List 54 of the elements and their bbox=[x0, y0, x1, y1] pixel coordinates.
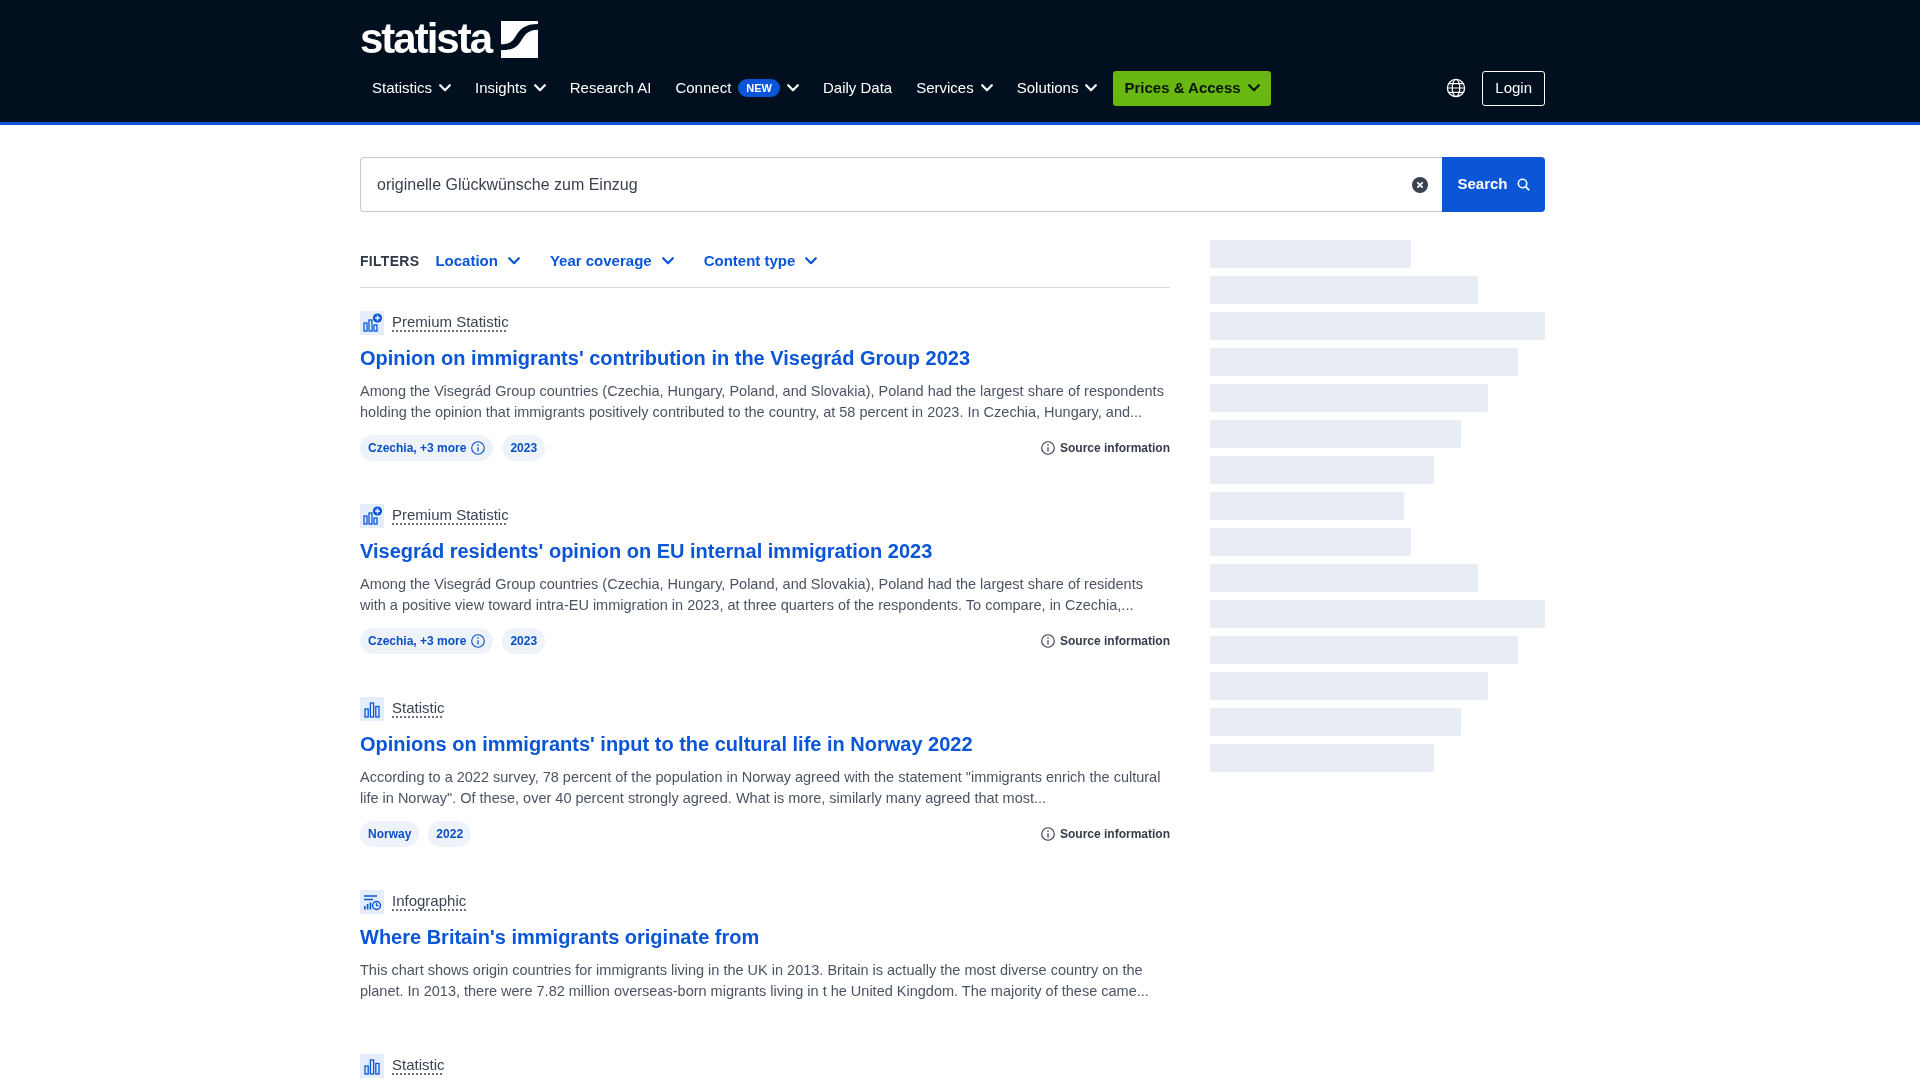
content-type-link[interactable]: Statistic bbox=[392, 1054, 445, 1077]
filter-dropdown[interactable]: Content type bbox=[703, 250, 818, 273]
source-info-button[interactable]: Source information bbox=[1041, 824, 1170, 843]
nav-link[interactable]: Insights bbox=[463, 70, 558, 106]
result-description: Among the Visegrád Group countries (Czechia, Hungary, Poland, and Slovakia), Poland had the largest share of respondents holding the opinion that immigrants positively contributed to the country, at 58 percent in 2023. In Czechia, Hungary, and... bbox=[360, 381, 1165, 422]
clear-icon[interactable] bbox=[1412, 177, 1428, 193]
result-tag[interactable]: Norway bbox=[360, 820, 420, 847]
prices-access-button[interactable]: Prices & Access bbox=[1113, 70, 1271, 106]
result-tag[interactable]: Czechia, +3 more bbox=[360, 627, 494, 654]
result-title-link[interactable]: Opinion on immigrants' contribution in the Visegrád Group 2023 bbox=[360, 343, 970, 372]
nav-link[interactable]: Services bbox=[904, 70, 1005, 106]
globe-icon[interactable] bbox=[1446, 78, 1467, 98]
filters-label: FILTERS bbox=[360, 251, 420, 271]
info-icon bbox=[1041, 633, 1055, 648]
chevron-down-icon bbox=[507, 257, 520, 266]
info-icon bbox=[1041, 826, 1055, 841]
result-title-link[interactable]: Visegrád residents' opinion on EU internal immigration 2023 bbox=[360, 536, 933, 565]
filter-dropdown[interactable]: Location bbox=[435, 250, 520, 273]
result-description: This chart shows origin countries for immigrants living in the UK in 2013. Britain is actually the most diverse country on the planet. In 2013, there were 7.82 million overseas-born migrants living in t he United Kingdom. The majority of these came... bbox=[360, 960, 1150, 1001]
info-icon bbox=[1041, 440, 1055, 455]
feature-badge: NEW bbox=[738, 79, 780, 97]
logo-icon bbox=[501, 20, 539, 58]
search-button[interactable]: Search bbox=[1442, 157, 1545, 212]
chevron-down-icon bbox=[661, 257, 674, 266]
content-type-link[interactable]: Infographic bbox=[392, 890, 467, 913]
source-info-button[interactable]: Source information bbox=[1041, 438, 1170, 457]
bar-chart-plus-icon bbox=[360, 310, 384, 335]
bar-chart-plus-icon bbox=[360, 503, 384, 528]
bar-chart-icon bbox=[360, 696, 384, 721]
search-icon bbox=[1516, 178, 1530, 191]
chevron-down-icon bbox=[805, 257, 818, 266]
chart-clock-icon bbox=[360, 889, 384, 914]
result-description: Among the Visegrád Group countries (Czechia, Hungary, Poland, and Slovakia), Poland had the largest share of residents with a positive view toward intra-EU immigration in 2023, at three quarters of the respondents. To compare, in Czechia,... bbox=[360, 574, 1144, 615]
result-title-link[interactable]: Where Britain's immigrants originate from bbox=[360, 922, 760, 951]
home-logo[interactable]: statista bbox=[360, 18, 539, 60]
nav-link[interactable]: Daily Data bbox=[811, 70, 905, 106]
result-tag[interactable]: 2022 bbox=[428, 820, 472, 847]
search-field[interactable]: originelle Glückwünsche zum Einzug bbox=[360, 157, 1442, 212]
nav-link[interactable]: Connect NEW bbox=[663, 70, 811, 106]
result-tag[interactable]: Czechia, +3 more bbox=[360, 434, 494, 461]
content-type-link[interactable]: Premium Statistic bbox=[392, 504, 509, 527]
result-description: According to a 2022 survey, 78 percent of the population in Norway agreed with the statement "immigrants enrich the cultural life in Norway". Of these, over 40 percent strongly agreed. What is more, similarly many agreed that most... bbox=[360, 767, 1162, 808]
filter-dropdown[interactable]: Year coverage bbox=[549, 250, 674, 273]
content-type-link[interactable]: Premium Statistic bbox=[392, 311, 509, 334]
nav-link[interactable]: Research AI bbox=[557, 70, 664, 106]
nav-link[interactable]: Solutions bbox=[1004, 70, 1110, 106]
result-tag[interactable]: 2023 bbox=[502, 434, 546, 461]
result-title-link[interactable]: Opinions on immigrants' input to the cultural life in Norway 2022 bbox=[360, 729, 973, 758]
nav-link[interactable]: Statistics bbox=[360, 70, 463, 106]
bar-chart-icon bbox=[360, 1053, 384, 1078]
login-button[interactable]: Login bbox=[1482, 70, 1545, 106]
content-type-link[interactable]: Statistic bbox=[392, 697, 445, 720]
source-info-button[interactable]: Source information bbox=[1041, 631, 1170, 650]
result-tag[interactable]: 2023 bbox=[502, 627, 546, 654]
